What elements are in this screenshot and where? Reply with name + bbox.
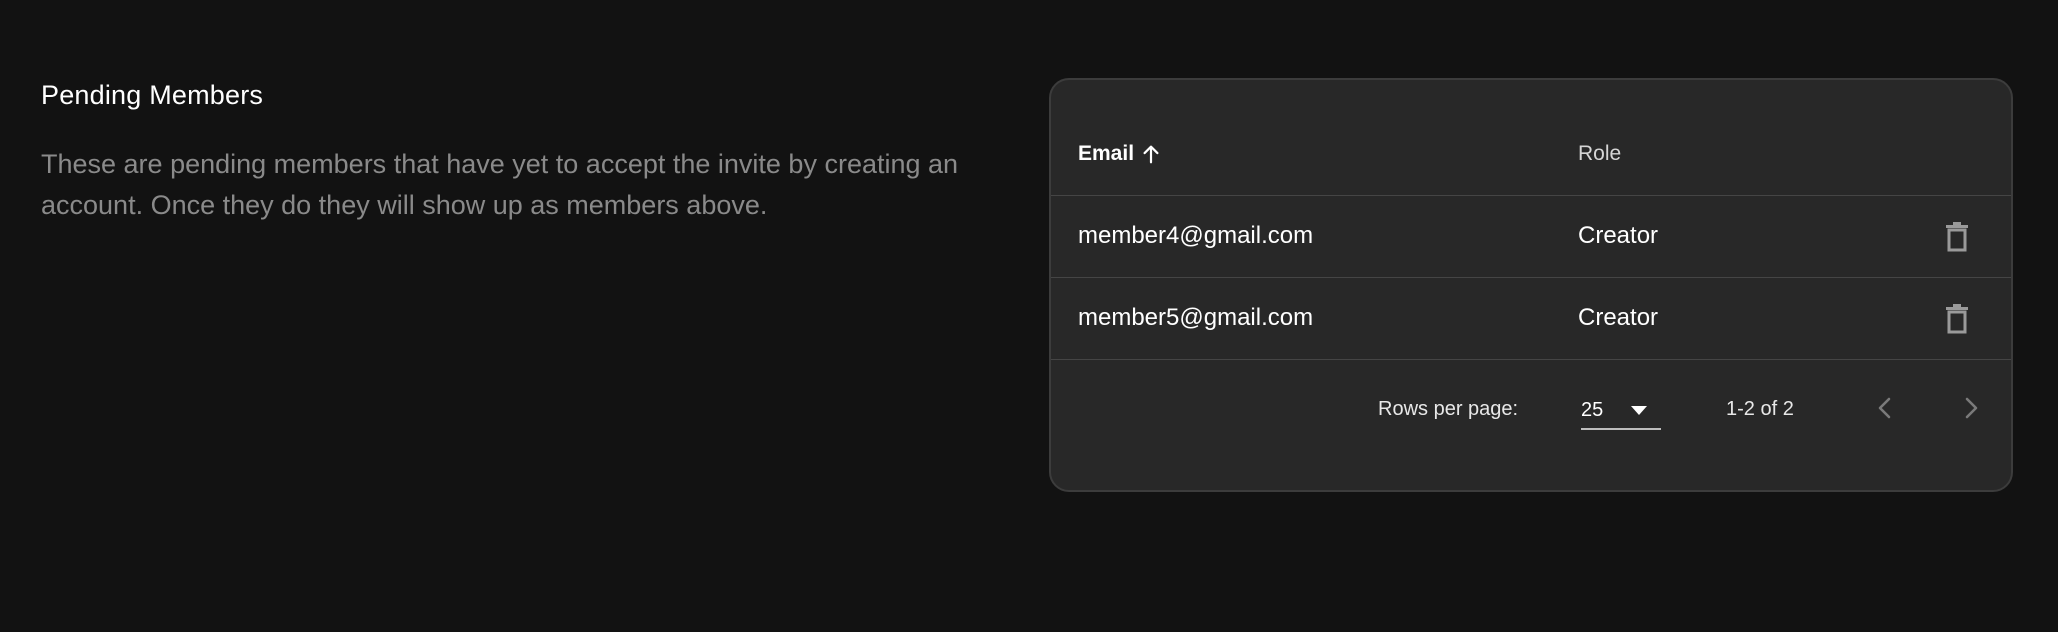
trash-icon xyxy=(1946,222,1968,252)
table-row: member5@gmail.com Creator xyxy=(1051,278,2011,360)
chevron-left-icon xyxy=(1878,397,1891,419)
next-page-button[interactable] xyxy=(1953,390,1989,426)
delete-button[interactable] xyxy=(1941,220,1973,254)
column-header-email-label: Email xyxy=(1078,142,1135,165)
table-row: member4@gmail.com Creator xyxy=(1051,196,2011,278)
member-email: member4@gmail.com xyxy=(1078,222,1314,249)
section-description: These are pending members that have yet … xyxy=(41,149,959,220)
caret-down-icon xyxy=(1631,406,1647,415)
page-range: 1-2 of 2 xyxy=(1726,398,1794,420)
rows-per-page-value: 25 xyxy=(1581,399,1604,421)
member-role: Creator xyxy=(1578,304,1659,331)
delete-button[interactable] xyxy=(1941,302,1973,336)
table-header: Email Role xyxy=(1051,80,2011,196)
arrow-up-icon[interactable] xyxy=(1140,143,1162,165)
previous-page-button[interactable] xyxy=(1867,390,1903,426)
column-header-email[interactable]: Email xyxy=(1078,142,1162,166)
member-role: Creator xyxy=(1578,222,1659,249)
chevron-right-icon xyxy=(1965,397,1978,419)
rows-per-page-label: Rows per page: xyxy=(1378,398,1519,420)
trash-icon xyxy=(1946,304,1968,334)
member-email: member5@gmail.com xyxy=(1078,304,1314,331)
section-title: Pending Members xyxy=(41,80,264,110)
rows-per-page-select[interactable]: 25 xyxy=(1581,390,1661,430)
pending-members-table: Email Role member4@gmail.com Creator mem… xyxy=(1049,78,2013,492)
column-header-role[interactable]: Role xyxy=(1578,142,1621,166)
table-pagination: Rows per page: 25 1-2 of 2 xyxy=(1051,360,2011,490)
